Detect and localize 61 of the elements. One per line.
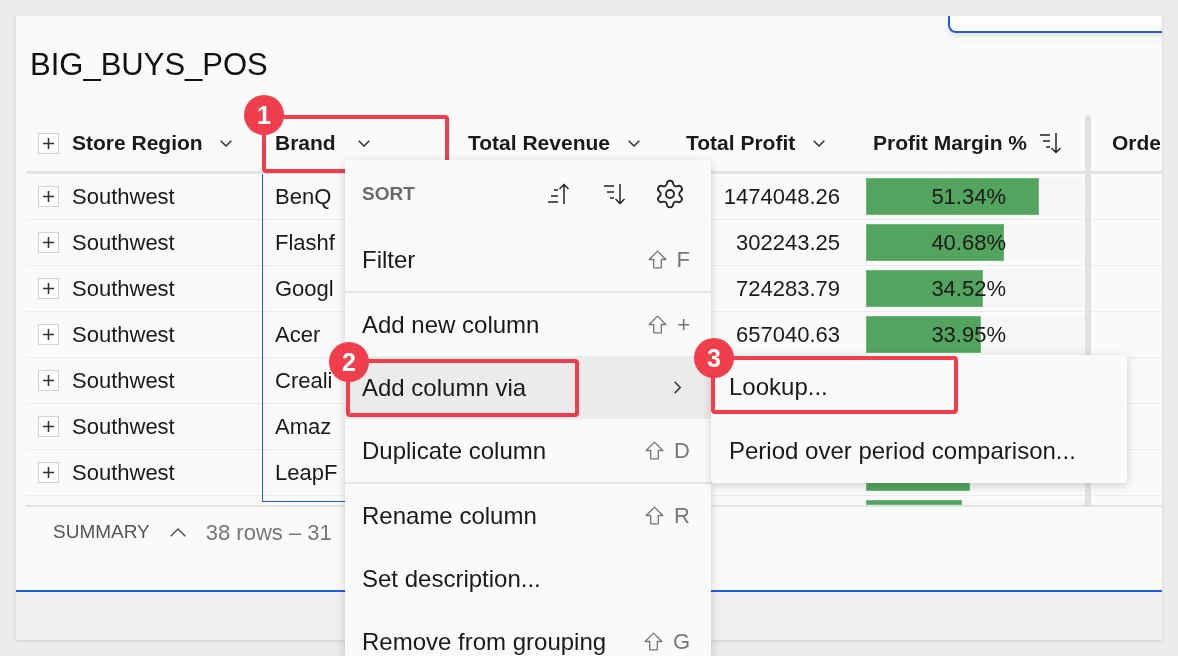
chevron-down-icon[interactable] [628, 139, 640, 147]
shortcut-key: G [672, 625, 690, 656]
page-title: BIG_BUYS_POS [30, 47, 268, 82]
table-cell-text: Southwest [72, 275, 175, 303]
table-cell-text: LeapF [275, 459, 338, 487]
shortcut-key: F [676, 243, 690, 276]
menu-item[interactable]: Remove from grouping G [345, 610, 711, 656]
sort-ascending-icon[interactable] [547, 183, 571, 205]
column-header[interactable]: Profit Margin % [873, 127, 1027, 159]
shift-key-icon [648, 315, 668, 334]
step-marker: 1 [244, 95, 284, 135]
expand-icon[interactable] [38, 278, 59, 299]
menu-item[interactable]: Set description... [345, 547, 711, 610]
expand-icon[interactable] [38, 324, 59, 345]
shift-key-icon [647, 250, 667, 269]
shortcut-key: R [674, 499, 690, 532]
menu-item[interactable]: Filter F [345, 228, 711, 291]
table-cell-text: Southwest [72, 183, 175, 211]
column-header[interactable]: Total Profit [686, 127, 796, 159]
table-cell-text: 51.34% [931, 183, 1006, 211]
column-header[interactable]: Orde [1112, 127, 1161, 159]
expand-icon[interactable] [38, 462, 59, 483]
table-cell-text: Southwest [72, 459, 175, 487]
expand-icon[interactable] [38, 232, 59, 253]
table-cell-text: 1474048.26 [723, 183, 840, 211]
table-cell-text: Southwest [72, 367, 175, 395]
settings-icon[interactable] [654, 178, 686, 210]
menu-item[interactable]: Rename column R [345, 484, 711, 547]
menu-section-label: SORT [362, 181, 415, 206]
sort-descending-icon[interactable] [1039, 132, 1063, 154]
shift-key-icon [645, 441, 665, 460]
table-cell-text: 657040.63 [736, 321, 840, 349]
summary-button[interactable]: SUMMARY [53, 517, 186, 547]
menu-item[interactable]: Duplicate column D [345, 419, 711, 482]
shift-key-icon [643, 632, 663, 651]
expand-icon[interactable] [38, 370, 59, 391]
sort-descending-icon[interactable] [603, 183, 627, 205]
shift-key-icon [645, 506, 665, 525]
table-cell-text: BenQ [275, 183, 332, 211]
expand-icon[interactable] [38, 132, 59, 154]
table-cell-text: 724283.79 [736, 275, 840, 303]
menu-item[interactable]: Period over period comparison... [711, 419, 1127, 483]
expand-icon[interactable] [38, 186, 59, 207]
table-cell-text: Acer [275, 321, 321, 349]
chevron-down-icon[interactable] [357, 139, 370, 147]
table-cell-text: 302243.25 [736, 229, 840, 257]
shortcut-key: + [677, 308, 690, 341]
column-header[interactable]: Store Region [72, 127, 203, 159]
chevron-up-icon [169, 527, 186, 537]
table-cell-text: Southwest [72, 321, 175, 349]
table-cell-text: Amaz [275, 413, 332, 441]
chevron-down-icon[interactable] [220, 139, 232, 147]
chevron-down-icon[interactable] [813, 139, 826, 147]
table-cell-text: Southwest [72, 229, 175, 257]
shortcut-key: D [674, 434, 690, 467]
table-cell-text: Googl [275, 275, 334, 303]
expand-icon[interactable] [38, 416, 59, 437]
column-header[interactable]: Total Revenue [468, 127, 610, 159]
table-cell-text: Southwest [72, 413, 175, 441]
table-cell-text: Flashf [275, 229, 335, 257]
row-count: 38 rows – 31 [205, 518, 332, 547]
